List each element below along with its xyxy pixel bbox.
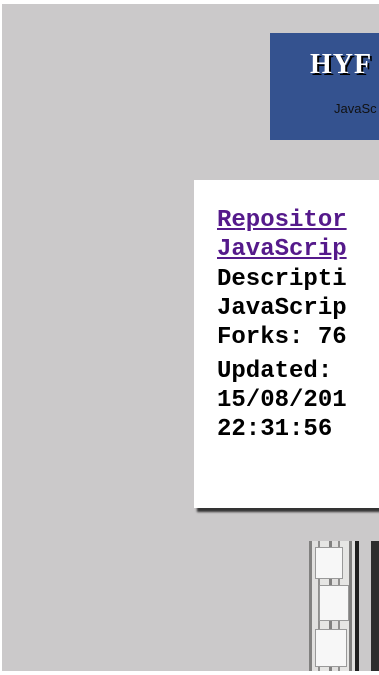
repository-card-content: Repositor JavaScrip Descripti JavaScrip … [217, 206, 347, 444]
repository-link[interactable]: Repositor JavaScrip [217, 206, 347, 264]
photo-edge [355, 541, 359, 671]
photo-paper-3 [315, 629, 347, 667]
header-title: HYF [310, 49, 373, 80]
repository-card: Repositor JavaScrip Descripti JavaScrip … [194, 180, 379, 508]
updated-time: 22:31:56 [217, 416, 333, 443]
photo-paper-1 [315, 547, 343, 579]
header-banner: HYF JavaSc [270, 33, 379, 140]
repository-link-line-1: Repositor [217, 207, 347, 234]
photo-paper-2 [319, 585, 349, 621]
description-value: JavaScrip [217, 295, 347, 322]
contributor-photo[interactable] [309, 541, 359, 671]
repository-link-line-2: JavaScrip [217, 236, 347, 263]
page-background: HYF JavaSc Repositor JavaScrip Descripti… [2, 4, 379, 671]
description-label: Descripti [217, 266, 347, 293]
updated-label: Updated: [217, 358, 333, 385]
updated-date: 15/08/201 [217, 387, 347, 414]
contributor-photo-2[interactable] [371, 541, 379, 671]
header-subtitle: JavaSc [334, 101, 377, 116]
forks-count: Forks: 76 [217, 324, 347, 351]
